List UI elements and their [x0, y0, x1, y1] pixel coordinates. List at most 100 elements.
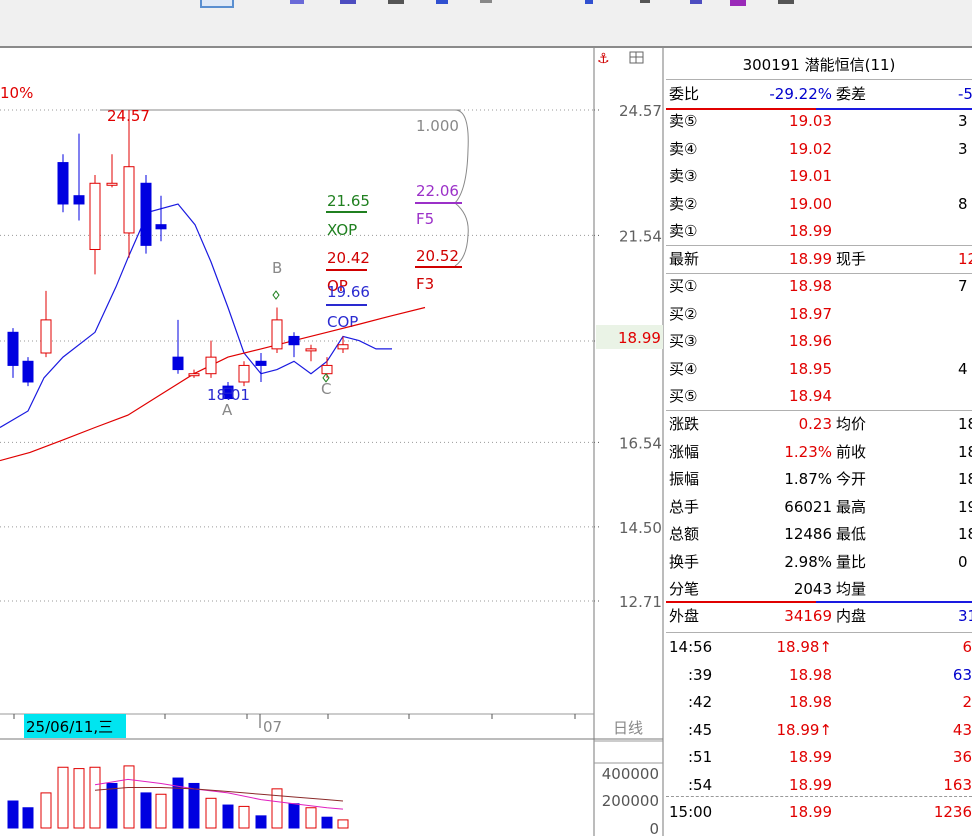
toolbar-icon[interactable]	[436, 0, 448, 4]
volume-bar	[255, 815, 267, 829]
tick-volume: 2	[962, 693, 972, 711]
fib-f3-price: 20.52	[416, 247, 459, 265]
stat-row: 总额 12486最低 18	[666, 521, 972, 548]
candle-body	[321, 364, 333, 375]
ask-price: 19.01	[789, 167, 832, 185]
tick-volume: 6	[962, 638, 972, 656]
candle-body	[255, 360, 267, 366]
weibi-value: -29.22%	[769, 85, 832, 103]
toolbar-icon[interactable]	[640, 0, 650, 3]
ask-volume: 3	[958, 112, 968, 130]
stat-row: 总手 66021最高 19	[666, 494, 972, 521]
stat-row: 涨幅 1.23%前收 18	[666, 439, 972, 466]
toolbar-icon[interactable]	[340, 0, 356, 4]
volume-bar	[140, 792, 152, 829]
weibi-label: 委比	[669, 85, 700, 103]
stat-value: 18	[958, 442, 972, 461]
price-axis-label: 21.54	[619, 227, 662, 245]
bid-row: 买③ 18.96	[666, 328, 972, 355]
stat-value: 12486	[784, 525, 832, 543]
period-button[interactable]: 日线	[613, 719, 643, 737]
tick-price: 18.98↑	[776, 638, 832, 656]
ask-price: 19.00	[789, 194, 832, 213]
volume-bar	[106, 782, 118, 829]
stat-label: 涨幅	[669, 442, 700, 461]
bid-volume: 7	[958, 277, 968, 295]
fib-one-label: 1.000	[416, 117, 459, 135]
stat-label: 总额	[669, 525, 700, 543]
stat-value: 1.87%	[784, 470, 832, 488]
toolbar-icon[interactable]	[778, 0, 794, 4]
candle-body	[271, 319, 283, 350]
point-c-label: C	[321, 380, 331, 398]
stat-value: 18	[958, 470, 972, 488]
bid-price: 18.95	[789, 359, 832, 378]
stat-value: 18	[958, 525, 972, 543]
inner-value: 318	[958, 607, 972, 625]
outer-inner-row: 外盘 34169内盘 318	[666, 603, 972, 630]
tick-price: 18.98	[789, 693, 832, 711]
price-axis-label: 12.71	[619, 593, 662, 611]
volume-bar	[40, 792, 52, 829]
bid-price: 18.98	[789, 277, 832, 295]
toolbar-icon[interactable]	[480, 0, 492, 3]
ask-row: 卖② 19.00 8	[666, 191, 972, 218]
volume-bar	[288, 803, 300, 829]
candle-body	[57, 162, 69, 205]
tick-time: :54	[688, 775, 713, 794]
stat-label: 涨跌	[669, 415, 700, 433]
toolbar-icon[interactable]	[290, 0, 304, 4]
tick-row: :45 18.99↑ 43	[666, 717, 972, 744]
volume-bar	[238, 805, 250, 829]
volume-bar	[271, 788, 283, 829]
toolbar-button[interactable]	[200, 0, 234, 8]
stat-value: 0	[958, 552, 968, 571]
volume-bar	[123, 765, 135, 829]
bid-price: 18.96	[789, 332, 832, 350]
toolbar-icon[interactable]	[585, 0, 593, 4]
candle-body	[40, 319, 52, 354]
tick-volume: 1236	[933, 803, 972, 821]
toolbar-icon[interactable]	[730, 0, 746, 6]
price-axis-label: 16.54	[619, 434, 662, 452]
candle-body	[140, 182, 152, 246]
stat-label: 量比	[836, 552, 867, 571]
stat-label: 均量	[836, 580, 867, 598]
anchor-icon[interactable]: ⚓	[597, 51, 610, 67]
toolbar	[0, 0, 972, 48]
ask-row: 卖④ 19.02 3	[666, 136, 972, 163]
tick-row: :39 18.98 63	[666, 662, 972, 689]
tick-price: 18.99	[789, 748, 832, 766]
price-axis-label: 14.50	[619, 519, 662, 537]
bid-row: 买① 18.98 7	[666, 273, 972, 300]
tick-price: 18.99	[789, 775, 832, 794]
quote-panel: 300191 潜能恒信(11) 委比 -29.22% 委差 -5 卖⑤ 19.03 3 卖④ 1…	[666, 52, 972, 836]
last-volume: 12	[958, 250, 972, 268]
tick-price: 18.98	[789, 665, 832, 684]
stat-row: 振幅 1.87%今开 18	[666, 466, 972, 493]
tick-volume: 43	[952, 720, 972, 739]
candle-body	[337, 344, 349, 350]
pct-label: 10%	[0, 84, 33, 102]
high-price-label: 24.57	[107, 107, 150, 125]
stat-value: 66021	[784, 497, 832, 516]
bid-price: 18.94	[789, 387, 832, 405]
volume-axis-label: 400000	[602, 765, 659, 783]
bid-row: 买④ 18.95 4	[666, 356, 972, 383]
toolbar-icon[interactable]	[690, 0, 702, 4]
volume-bar	[155, 793, 167, 829]
point-b-label: B	[272, 259, 282, 277]
candle-body	[22, 360, 34, 383]
ask-row: 卖① 18.99	[666, 218, 972, 245]
volume-bar	[337, 819, 349, 829]
stat-label: 最低	[836, 525, 867, 543]
candle-body	[73, 195, 85, 205]
candle-body	[288, 335, 300, 346]
current-price-label: 18.99	[618, 329, 661, 347]
bid-price: 18.97	[789, 304, 832, 323]
fib-f3-label: F3	[416, 275, 434, 293]
toolbar-icon[interactable]	[388, 0, 404, 4]
tick-volume: 163	[943, 775, 972, 794]
volume-bar	[22, 807, 34, 829]
candle-body	[188, 373, 200, 377]
